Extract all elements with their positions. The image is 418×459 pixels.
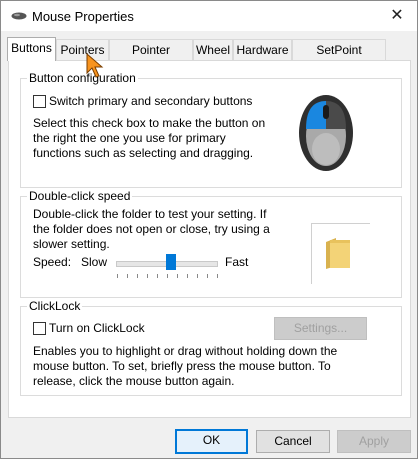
- close-button[interactable]: ✕: [385, 5, 409, 27]
- mouse-title-icon: [11, 12, 27, 20]
- tab-setpoint-settings[interactable]: SetPoint Settings: [292, 39, 386, 77]
- clicklock-group: ClickLock Turn on ClickLock Settings... …: [20, 299, 402, 396]
- slider-thumb[interactable]: [166, 254, 176, 270]
- mouse-icon: [299, 95, 353, 171]
- switch-buttons-checkbox[interactable]: [33, 95, 46, 108]
- button-configuration-group: Button configuration Switch primary and …: [20, 71, 402, 188]
- button-config-description: Select this check box to make the button…: [33, 116, 266, 160]
- clicklock-checkbox[interactable]: [33, 322, 46, 335]
- speed-label: Speed:: [33, 255, 72, 269]
- apply-button[interactable]: Apply: [337, 430, 411, 453]
- title-bar: Mouse Properties ✕: [1, 1, 417, 31]
- slow-label: Slow: [81, 255, 108, 269]
- clicklock-settings-button[interactable]: Settings...: [274, 317, 367, 340]
- tab-hardware[interactable]: Hardware: [233, 39, 292, 60]
- double-click-description: Double-click the folder to test your set…: [33, 207, 270, 251]
- cursor-arrow-icon: [86, 53, 104, 78]
- tab-buttons[interactable]: Buttons: [7, 37, 56, 61]
- ok-button[interactable]: OK: [175, 429, 248, 454]
- window-title: Mouse Properties: [32, 9, 134, 24]
- switch-buttons-label[interactable]: Switch primary and secondary buttons: [49, 94, 252, 108]
- fast-label: Fast: [225, 255, 249, 269]
- group-title-clicklock: ClickLock: [27, 299, 83, 313]
- folder-icon[interactable]: [324, 236, 352, 270]
- tab-pointer-options[interactable]: Pointer Options: [109, 39, 193, 77]
- tab-wheel[interactable]: Wheel: [193, 39, 233, 60]
- clicklock-label[interactable]: Turn on ClickLock: [49, 321, 145, 335]
- group-title-double-click-speed: Double-click speed: [27, 189, 133, 203]
- test-folder-area[interactable]: [311, 223, 370, 284]
- clicklock-description: Enables you to highlight or drag without…: [33, 344, 338, 388]
- group-title-button-configuration: Button configuration: [27, 71, 138, 85]
- double-click-speed-group: Double-click speed Double-click the fold…: [20, 189, 402, 298]
- cancel-button[interactable]: Cancel: [256, 430, 330, 453]
- mouse-properties-dialog: Mouse Properties ✕ Buttons Pointers Poin…: [0, 0, 418, 459]
- buttons-tab-panel: Button configuration Switch primary and …: [8, 60, 411, 418]
